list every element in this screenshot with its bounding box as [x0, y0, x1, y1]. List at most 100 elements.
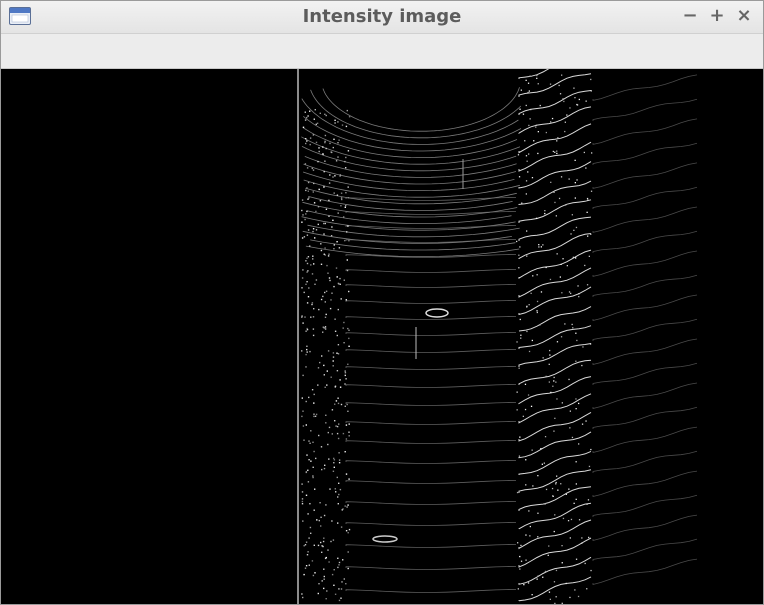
- scan-point: [305, 400, 307, 403]
- scan-point: [344, 370, 346, 372]
- scan-point: [310, 430, 312, 432]
- scan-point: [568, 178, 570, 180]
- scan-point: [516, 240, 518, 243]
- close-button[interactable]: ×: [734, 5, 754, 27]
- scan-point: [516, 491, 519, 494]
- scan-line: [592, 274, 698, 297]
- intensity-image-view[interactable]: [1, 69, 763, 604]
- scan-point: [555, 215, 557, 217]
- scan-line: [345, 211, 517, 215]
- scan-point: [328, 182, 331, 184]
- scan-point: [348, 290, 350, 293]
- scan-point: [306, 262, 309, 265]
- scan-ring: [302, 230, 512, 244]
- scan-point: [307, 481, 310, 483]
- scan-point: [332, 470, 335, 472]
- scan-point: [528, 510, 530, 512]
- scan-point: [346, 403, 348, 406]
- scan-line: [518, 233, 592, 259]
- window-title: Intensity image: [302, 6, 462, 27]
- scan-point: [573, 229, 575, 231]
- scan-point: [302, 425, 305, 427]
- scan-point: [571, 436, 574, 439]
- scan-point: [572, 256, 574, 258]
- scan-point: [311, 302, 314, 304]
- scan-point: [553, 430, 555, 432]
- scan-point: [347, 327, 349, 330]
- scan-point: [305, 494, 308, 496]
- scan-point: [585, 100, 587, 102]
- scan-point: [324, 386, 326, 388]
- scan-point: [550, 121, 552, 123]
- scan-point: [320, 525, 322, 527]
- scan-point: [328, 199, 330, 202]
- minimize-button[interactable]: −: [680, 5, 700, 27]
- scan-point: [301, 415, 303, 418]
- scan-line: [345, 522, 517, 526]
- scan-point: [336, 194, 339, 196]
- scan-point: [562, 258, 564, 260]
- scan-point: [334, 403, 336, 405]
- scan-point: [347, 186, 349, 188]
- scan-point: [332, 360, 334, 362]
- scan-point: [312, 475, 314, 477]
- scan-point: [537, 131, 539, 133]
- scan-point: [552, 385, 554, 387]
- title-bar[interactable]: Intensity image − + ×: [1, 1, 763, 34]
- scan-point: [521, 202, 523, 204]
- scan-point: [336, 432, 339, 435]
- scan-point: [347, 551, 349, 553]
- scan-point: [542, 357, 544, 359]
- scan-point: [301, 397, 303, 399]
- scan-point: [317, 160, 319, 163]
- scan-point: [316, 519, 318, 521]
- scan-point: [347, 197, 350, 199]
- maximize-button[interactable]: +: [707, 5, 727, 27]
- scan-point: [556, 140, 558, 142]
- scan-point: [337, 566, 339, 569]
- scan-point: [333, 584, 335, 586]
- scan-point: [301, 350, 303, 352]
- scan-line: [518, 502, 592, 530]
- scan-point: [519, 436, 521, 438]
- scan-point: [325, 556, 327, 559]
- scan-point: [319, 200, 322, 202]
- scan-point: [303, 545, 305, 547]
- scan-point: [301, 593, 303, 595]
- scan-point: [575, 332, 577, 334]
- scan-point: [325, 414, 327, 416]
- scan-line: [345, 269, 517, 273]
- scan-point: [548, 363, 550, 365]
- scan-point: [312, 316, 315, 318]
- scan-point: [306, 281, 308, 283]
- scan-point: [346, 259, 348, 261]
- scan-point: [305, 330, 307, 332]
- scan-point: [329, 307, 332, 310]
- scan-point: [337, 142, 339, 144]
- scan-point: [326, 384, 328, 386]
- scan-point: [307, 551, 309, 553]
- object-return: [425, 308, 449, 318]
- scan-point: [535, 124, 537, 126]
- scan-point: [342, 508, 344, 510]
- scan-point: [340, 588, 343, 590]
- scan-point: [340, 192, 343, 194]
- scan-point: [540, 448, 542, 450]
- scan-point: [343, 321, 345, 324]
- scan-point: [312, 476, 314, 479]
- scan-point: [557, 137, 559, 139]
- scan-point: [536, 274, 538, 276]
- scan-point: [568, 488, 570, 490]
- scan-point: [553, 581, 556, 583]
- scan-point: [519, 246, 521, 248]
- scan-point: [525, 534, 527, 536]
- scan-point: [348, 435, 350, 437]
- scan-line: [592, 318, 698, 341]
- scan-point: [555, 481, 557, 484]
- scan-point: [328, 277, 331, 279]
- scan-point: [331, 409, 334, 411]
- scan-point: [310, 264, 312, 266]
- scan-point: [313, 544, 315, 546]
- scan-point: [322, 331, 324, 333]
- scan-point: [338, 139, 340, 141]
